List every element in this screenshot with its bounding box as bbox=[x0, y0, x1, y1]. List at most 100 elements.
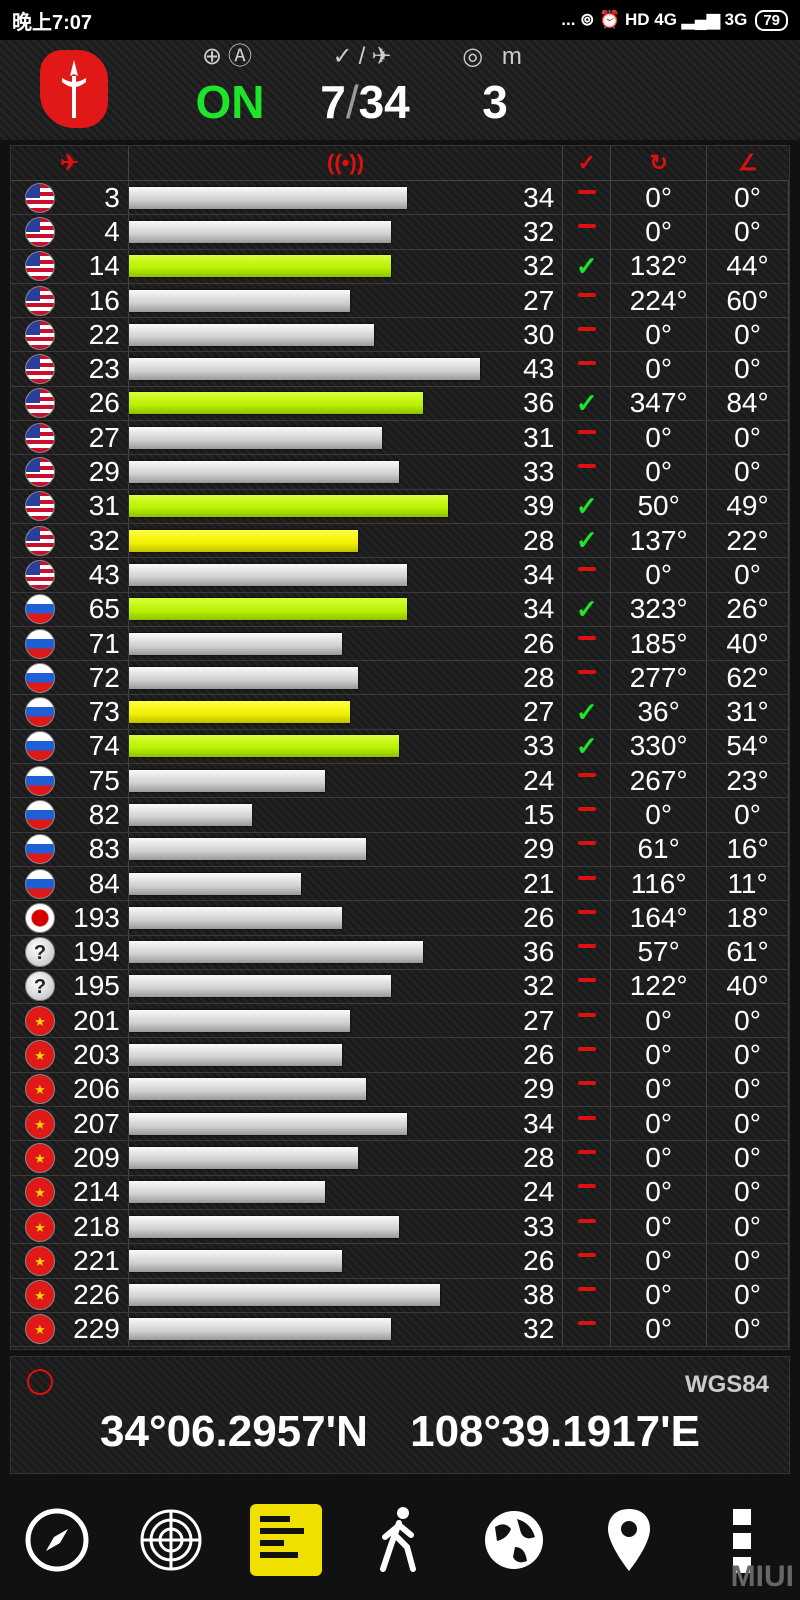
used-cell bbox=[563, 832, 612, 866]
app-logo[interactable] bbox=[40, 50, 108, 128]
globe-icon[interactable] bbox=[478, 1504, 550, 1576]
used-cell bbox=[563, 1004, 612, 1038]
table-row[interactable]: 3 34 0° 0° bbox=[11, 181, 789, 216]
table-row[interactable]: 43 34 0° 0° bbox=[11, 558, 789, 593]
used-cell: ✓ bbox=[563, 523, 612, 558]
table-row[interactable]: ★ 201 27 0° 0° bbox=[11, 1004, 789, 1039]
table-row[interactable]: 31 39 ✓ 50° 49° bbox=[11, 489, 789, 524]
table-row[interactable]: ★ 206 29 0° 0° bbox=[11, 1072, 789, 1108]
table-row[interactable]: 83 29 61° 16° bbox=[11, 832, 789, 867]
snr-cell: 34 bbox=[128, 181, 564, 215]
un-flag-icon: ? bbox=[25, 937, 55, 968]
prn-number: 74 bbox=[88, 730, 120, 762]
elevation-value: 0° bbox=[707, 455, 789, 489]
satellite-id-cell: ? 195 bbox=[11, 969, 129, 1004]
table-row[interactable]: ? 195 32 122° 40° bbox=[11, 969, 789, 1005]
table-row[interactable]: 71 26 185° 40° bbox=[11, 626, 789, 662]
signal-icon[interactable]: ((•)) bbox=[129, 146, 564, 180]
satellite-icon[interactable]: ✈ bbox=[11, 146, 129, 180]
snr-value: 28 bbox=[523, 524, 555, 556]
prn-number: 195 bbox=[73, 970, 120, 1002]
table-row[interactable]: 4 32 0° 0° bbox=[11, 215, 789, 250]
snr-value: 39 bbox=[523, 490, 555, 522]
table-row[interactable]: 32 28 ✓ 137° 22° bbox=[11, 523, 789, 559]
table-row[interactable]: 73 27 ✓ 36° 31° bbox=[11, 695, 789, 730]
table-row[interactable]: 22 30 0° 0° bbox=[11, 318, 789, 353]
snr-cell: 39 bbox=[128, 489, 564, 523]
table-row[interactable]: 82 15 0° 0° bbox=[11, 798, 789, 833]
table-row[interactable]: ★ 226 38 0° 0° bbox=[11, 1278, 789, 1313]
radar-icon[interactable] bbox=[135, 1504, 207, 1576]
used-cell bbox=[563, 935, 612, 969]
dash-icon bbox=[577, 1149, 596, 1154]
dash-icon bbox=[577, 1081, 596, 1086]
satellite-id-cell: 82 bbox=[11, 798, 129, 832]
satellite-id-cell: ★ 214 bbox=[11, 1175, 129, 1209]
snr-bar bbox=[128, 1181, 325, 1204]
cn-flag-icon: ★ bbox=[25, 1280, 55, 1311]
ru-flag-icon bbox=[25, 731, 55, 762]
table-row[interactable]: 84 21 116° 11° bbox=[11, 866, 789, 902]
table-row[interactable]: ★ 221 26 0° 0° bbox=[11, 1244, 789, 1279]
snr-value: 32 bbox=[523, 1313, 555, 1345]
prn-number: 14 bbox=[88, 250, 120, 282]
table-row[interactable]: ★ 229 32 0° 0° bbox=[11, 1312, 789, 1348]
check-icon: ✓ bbox=[575, 730, 598, 761]
table-row[interactable]: ★ 214 24 0° 0° bbox=[11, 1175, 789, 1210]
elevation-value: 60° bbox=[707, 283, 789, 318]
snr-bar bbox=[128, 186, 407, 209]
snr-cell: 32 bbox=[128, 215, 564, 249]
satellite-id-cell: 23 bbox=[11, 352, 129, 386]
table-row[interactable]: ? 194 36 57° 61° bbox=[11, 935, 789, 970]
us-flag-icon bbox=[25, 525, 55, 556]
table-row[interactable]: 23 43 0° 0° bbox=[11, 352, 789, 387]
used-cell bbox=[563, 969, 612, 1004]
snr-value: 34 bbox=[523, 1107, 555, 1139]
table-row[interactable]: 26 36 ✓ 347° 84° bbox=[11, 386, 789, 422]
snr-cell: 29 bbox=[128, 832, 564, 866]
accuracy-icon: ◎ bbox=[462, 43, 490, 70]
table-row[interactable]: 74 33 ✓ 330° 54° bbox=[11, 729, 789, 765]
table-row[interactable]: 65 34 ✓ 323° 26° bbox=[11, 592, 789, 627]
prn-number: 229 bbox=[73, 1313, 120, 1345]
signal-bars-icon[interactable] bbox=[249, 1504, 322, 1576]
table-row[interactable]: 29 33 0° 0° bbox=[11, 455, 789, 490]
compass-icon[interactable] bbox=[21, 1504, 93, 1576]
dash-icon bbox=[577, 944, 596, 949]
dash-icon bbox=[577, 429, 596, 434]
used-cell bbox=[563, 626, 612, 661]
table-row[interactable]: ★ 207 34 0° 0° bbox=[11, 1107, 789, 1142]
satellite-id-cell: 71 bbox=[11, 626, 129, 661]
walk-icon[interactable] bbox=[364, 1504, 436, 1576]
table-row[interactable]: 14 32 ✓ 132° 44° bbox=[11, 249, 789, 284]
snr-value: 29 bbox=[523, 1073, 555, 1105]
prn-number: 84 bbox=[88, 867, 120, 899]
snr-cell: 31 bbox=[128, 421, 564, 455]
table-row[interactable]: 75 24 267° 23° bbox=[11, 764, 789, 799]
snr-cell: 34 bbox=[128, 592, 564, 626]
table-row[interactable]: ★ 209 28 0° 0° bbox=[11, 1141, 789, 1176]
ru-flag-icon bbox=[25, 594, 55, 625]
table-row[interactable]: 27 31 0° 0° bbox=[11, 421, 789, 456]
map-pin-icon[interactable] bbox=[593, 1504, 665, 1576]
accuracy-value: 3 bbox=[482, 76, 508, 128]
snr-value: 32 bbox=[523, 970, 555, 1002]
azimuth-icon[interactable]: ↻ bbox=[611, 146, 708, 180]
prn-number: 82 bbox=[88, 798, 120, 830]
table-row[interactable]: 193 26 164° 18° bbox=[11, 901, 789, 936]
table-row[interactable]: ★ 218 33 0° 0° bbox=[11, 1209, 789, 1245]
prn-number: 206 bbox=[73, 1073, 120, 1105]
used-check-icon[interactable]: ✓ bbox=[563, 146, 612, 180]
snr-cell: 32 bbox=[128, 969, 564, 1004]
azimuth-value: 0° bbox=[611, 1107, 708, 1141]
azimuth-value: 164° bbox=[611, 901, 708, 935]
us-flag-icon bbox=[25, 388, 55, 419]
table-row[interactable]: 72 28 277° 62° bbox=[11, 661, 789, 696]
table-row[interactable]: 16 27 224° 60° bbox=[11, 283, 789, 319]
satellite-id-cell: ★ 201 bbox=[11, 1004, 129, 1038]
snr-bar bbox=[128, 1009, 350, 1032]
ru-flag-icon bbox=[25, 799, 55, 830]
elevation-icon[interactable]: ∠ bbox=[707, 146, 789, 180]
used-cell bbox=[563, 1141, 612, 1175]
table-row[interactable]: ★ 203 26 0° 0° bbox=[11, 1038, 789, 1073]
